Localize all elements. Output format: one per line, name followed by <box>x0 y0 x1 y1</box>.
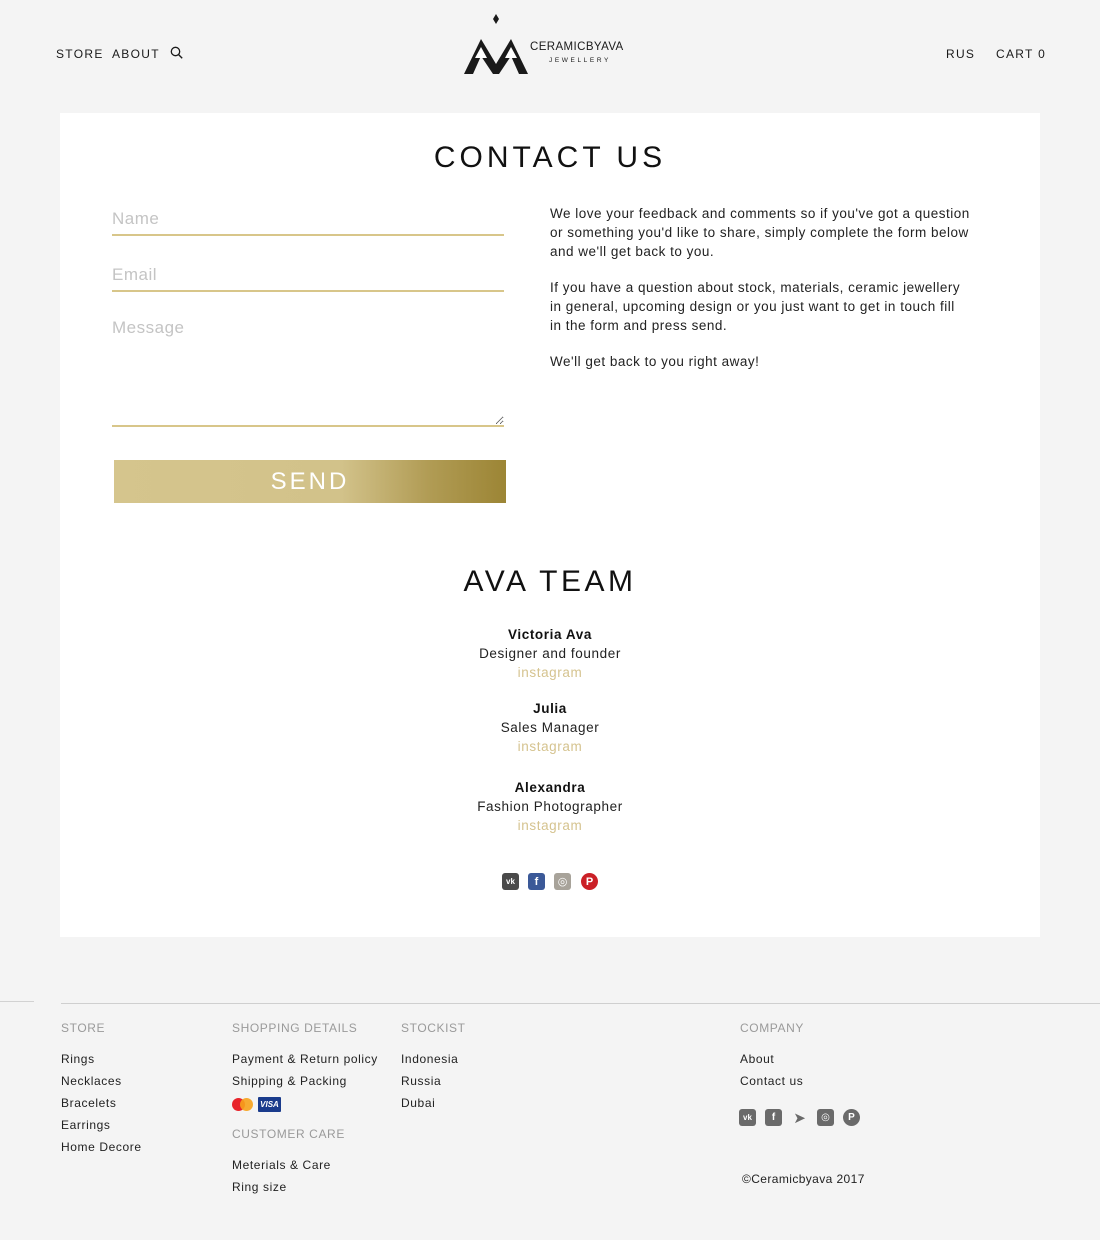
logo-wordmark: CERAMICBYAVA <box>530 41 624 53</box>
member-role: Sales Manager <box>500 720 600 735</box>
member-role: Fashion Photographer <box>477 799 623 814</box>
footer-link-bracelets[interactable]: Bracelets <box>61 1092 142 1114</box>
pinterest-icon[interactable]: P <box>581 873 598 890</box>
visa-icon: VISA <box>258 1097 281 1112</box>
telegram-icon[interactable]: ➤ <box>791 1109 808 1127</box>
search-icon[interactable] <box>170 46 183 59</box>
footer-link-russia[interactable]: Russia <box>401 1070 466 1092</box>
intro-paragraph: If you have a question about stock, mate… <box>550 280 961 333</box>
footer-heading: STOCKIST <box>401 1021 466 1035</box>
member-role: Designer and founder <box>479 646 621 661</box>
payment-methods: VISA <box>232 1092 378 1114</box>
footer-link-ring-size[interactable]: Ring size <box>232 1176 378 1198</box>
facebook-icon[interactable]: f <box>765 1109 782 1126</box>
name-field[interactable] <box>112 203 504 236</box>
team-member: Julia Sales Manager instagram <box>60 699 1040 756</box>
footer-company-column: COMPANY About Contact us <box>740 1021 804 1092</box>
nav-store[interactable]: STORE <box>56 47 104 61</box>
footer-store-column: STORE Rings Necklaces Bracelets Earrings… <box>61 1021 142 1158</box>
footer-stockist-column: STOCKIST Indonesia Russia Dubai <box>401 1021 466 1114</box>
footer-link-shipping-packing[interactable]: Shipping & Packing <box>232 1070 378 1092</box>
cart-link[interactable]: CART 0 <box>996 47 1046 61</box>
team-social-links: vk f ◎ P <box>500 873 600 891</box>
language-switch[interactable]: RUS <box>946 47 975 61</box>
footer-link-earrings[interactable]: Earrings <box>61 1114 142 1136</box>
intro-paragraph: We love your feedback and comments so if… <box>550 206 970 259</box>
vk-icon[interactable]: vk <box>739 1109 756 1126</box>
footer-link-payment-return[interactable]: Payment & Return policy <box>232 1048 378 1070</box>
footer-link-contact-us[interactable]: Contact us <box>740 1070 804 1092</box>
vk-icon[interactable]: vk <box>502 873 519 890</box>
footer-link-rings[interactable]: Rings <box>61 1048 142 1070</box>
team-member: Alexandra Fashion Photographer instagram <box>60 778 1040 835</box>
footer-heading: STORE <box>61 1021 106 1035</box>
footer-link-about[interactable]: About <box>740 1048 804 1070</box>
footer-shopping-column: SHOPPING DETAILS Payment & Return policy… <box>232 1021 378 1198</box>
member-name: Julia <box>533 701 567 716</box>
footer-link-materials-care[interactable]: Meterials & Care <box>232 1154 378 1176</box>
member-name: Victoria Ava <box>508 627 592 642</box>
member-instagram-link[interactable]: instagram <box>518 737 583 756</box>
member-name: Alexandra <box>514 780 586 795</box>
site-logo[interactable]: CERAMICBYAVA JEWELLERY <box>463 14 633 76</box>
footer-link-dubai[interactable]: Dubai <box>401 1092 466 1114</box>
footer-heading: SHOPPING DETAILS <box>232 1021 358 1035</box>
footer-heading: COMPANY <box>740 1021 804 1035</box>
footer-link-home-decore[interactable]: Home Decore <box>61 1136 142 1158</box>
team-title: AVA TEAM <box>463 565 637 598</box>
copyright: ©Ceramicbyava 2017 <box>742 1172 865 1186</box>
contact-card: CONTACT US SEND We love your feedback an… <box>60 113 1040 937</box>
member-instagram-link[interactable]: instagram <box>518 663 583 682</box>
message-field[interactable] <box>112 314 504 427</box>
page-title: CONTACT US <box>433 141 667 174</box>
contact-intro: We love your feedback and comments so if… <box>550 204 970 388</box>
pinterest-icon[interactable]: P <box>843 1109 860 1126</box>
logo-mark <box>464 14 528 74</box>
footer-link-necklaces[interactable]: Necklaces <box>61 1070 142 1092</box>
intro-paragraph: We'll get back to you right away! <box>550 354 760 369</box>
send-button[interactable]: SEND <box>114 460 506 503</box>
footer-heading: CUSTOMER CARE <box>232 1127 345 1141</box>
instagram-icon[interactable]: ◎ <box>554 873 571 890</box>
footer-divider <box>0 1001 34 1002</box>
site-header: STORE ABOUT CERAMICBYAVA JEWELLERY RUS C… <box>0 0 1100 100</box>
instagram-icon[interactable]: ◎ <box>817 1109 834 1126</box>
email-field[interactable] <box>112 259 504 292</box>
footer-divider <box>61 1003 1100 1004</box>
team-member: Victoria Ava Designer and founder instag… <box>60 625 1040 682</box>
nav-about[interactable]: ABOUT <box>112 47 160 61</box>
facebook-icon[interactable]: f <box>528 873 545 890</box>
member-instagram-link[interactable]: instagram <box>518 816 583 835</box>
mastercard-icon <box>240 1098 253 1111</box>
logo-subtitle: JEWELLERY <box>549 57 611 64</box>
footer-link-indonesia[interactable]: Indonesia <box>401 1048 466 1070</box>
